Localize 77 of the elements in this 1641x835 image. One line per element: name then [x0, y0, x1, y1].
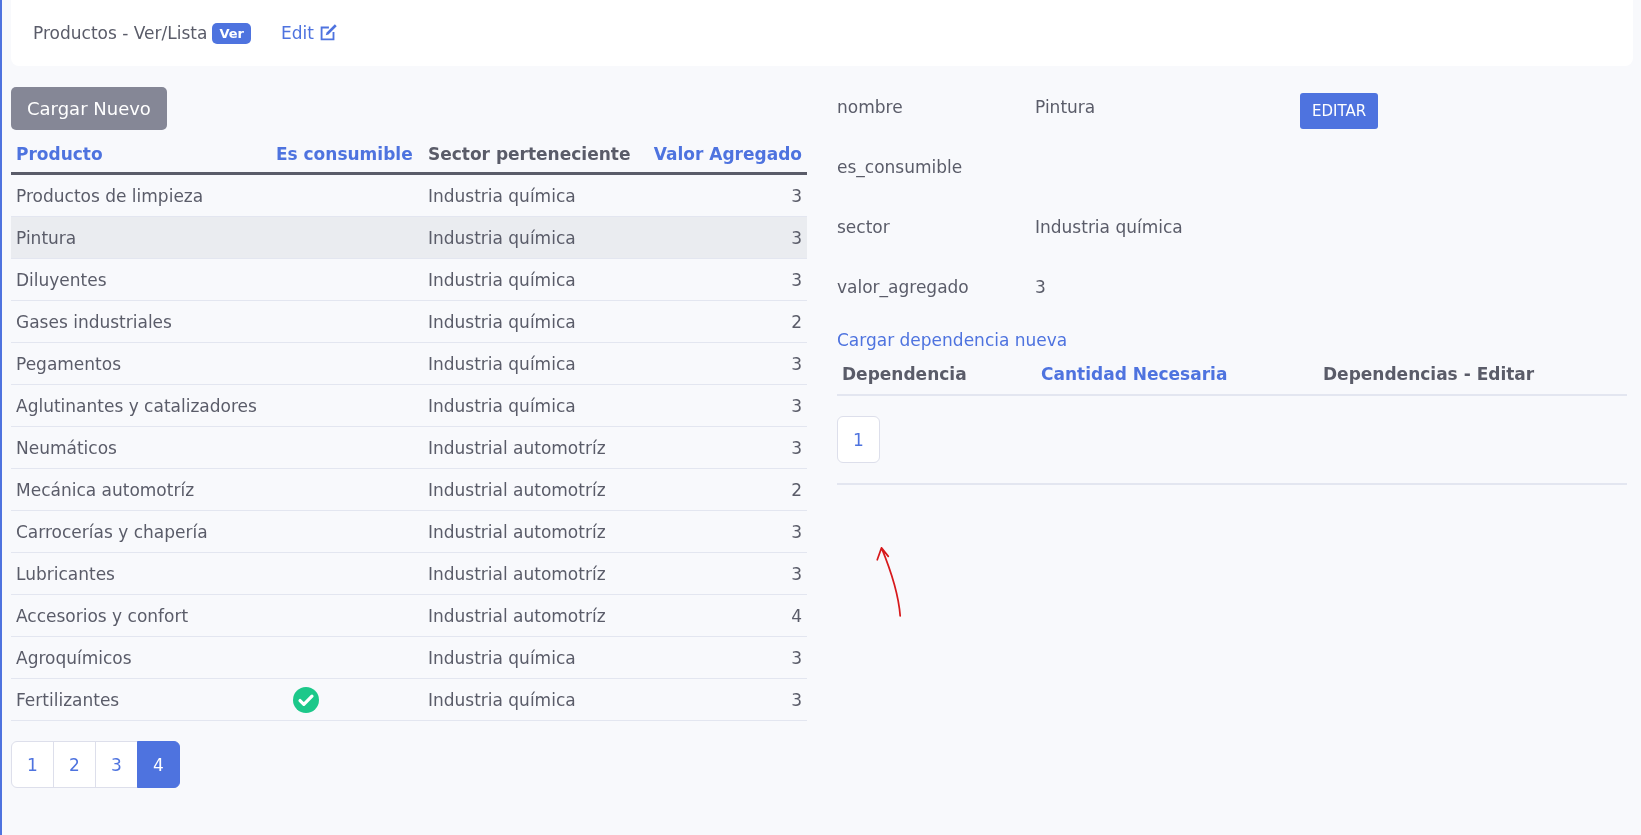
table-cell: 2	[643, 300, 807, 343]
column-header: Dependencia	[842, 364, 968, 384]
table-row[interactable]: Agroquímicos Industria química 3	[11, 636, 807, 679]
table-row[interactable]: Aglutinantes y catalizadores Industria química 3	[11, 384, 807, 427]
sortable-column-header[interactable]: Valor Agregado	[643, 133, 807, 174]
table-row[interactable]: Mecánica automotríz Industrial automotríz 2	[11, 468, 807, 511]
edit-button[interactable]: EDITAR	[1300, 93, 1379, 129]
column-header: Dependencias - Editar	[1323, 364, 1536, 384]
sortable-column-header[interactable]: Producto	[11, 133, 271, 174]
field-value: Industria química	[1035, 217, 1183, 237]
sortable-column-header[interactable]: Es consumible	[270, 133, 423, 174]
table-cell: 3	[643, 426, 807, 469]
table-cell: 3	[643, 173, 807, 217]
table-cell: Industria química	[422, 384, 644, 427]
table-row[interactable]: Accesorios y confort Industrial automotríz 4	[11, 594, 807, 637]
table-cell: Productos de limpieza	[11, 173, 271, 217]
page-title: Productos - Ver/Lista	[33, 23, 208, 43]
edit-link[interactable]: Edit	[280, 22, 339, 44]
field-label: es_consumible	[837, 156, 964, 180]
table-cell: 3	[643, 678, 807, 721]
table-cell: 4	[643, 594, 807, 637]
table-cell: 3	[643, 552, 807, 595]
view-badge: Ver	[212, 22, 251, 44]
table-cell: Pintura	[11, 216, 271, 259]
new-product-button[interactable]: Cargar Nuevo	[11, 87, 167, 130]
page-button[interactable]: 3	[95, 741, 138, 788]
table-cell: Industrial automotríz	[422, 510, 644, 553]
table-cell: 2	[643, 468, 807, 511]
table-cell: Industria química	[422, 216, 644, 259]
table-cell: Neumáticos	[11, 426, 271, 469]
table-cell: Industrial automotríz	[422, 468, 644, 511]
table-cell: Industria química	[422, 678, 644, 721]
table-cell: Gases industriales	[11, 300, 271, 343]
table-cell: Industria química	[422, 342, 644, 385]
table-cell: 3	[643, 636, 807, 679]
table-row[interactable]: Diluyentes Industria química 3	[11, 258, 807, 301]
table-cell: Industria química	[422, 258, 644, 301]
table-row[interactable]: Gases industriales Industria química 2	[11, 300, 807, 343]
sortable-column-header[interactable]: Cantidad Necesaria	[1041, 364, 1323, 384]
table-row[interactable]: Carrocerías y chapería Industrial automotríz 3	[11, 510, 807, 553]
table-cell: 3	[643, 216, 807, 259]
field-value: 3	[1035, 277, 1046, 297]
field-label: nombre	[837, 96, 904, 119]
table-cell: 3	[643, 258, 807, 301]
page-button[interactable]: 1	[11, 741, 54, 788]
field-value: Pintura	[1035, 97, 1096, 117]
table-row[interactable]: Productos de limpieza Industria química 3	[11, 173, 807, 217]
table-cell: Lubricantes	[11, 552, 271, 595]
page-button[interactable]: 1	[837, 416, 880, 463]
table-row[interactable]: Lubricantes Industrial automotríz 3	[11, 552, 807, 595]
table-cell: Industrial automotríz	[422, 594, 644, 637]
table-cell: Industrial automotríz	[422, 426, 644, 469]
table-cell: 3	[643, 342, 807, 385]
table-row[interactable]: Fertilizantes Industria química 3	[11, 678, 807, 721]
table-row[interactable]: Pegamentos Industria química 3	[11, 342, 807, 385]
table-cell: Diluyentes	[11, 258, 271, 301]
table-cell: Industrial automotríz	[422, 552, 644, 595]
table-cell: Aglutinantes y catalizadores	[11, 384, 271, 427]
table-cell: Carrocerías y chapería	[11, 510, 271, 553]
table-cell: Fertilizantes	[11, 678, 271, 721]
table-cell: 3	[643, 384, 807, 427]
table-cell: 3	[643, 510, 807, 553]
selected-table-row[interactable]: Pintura Industria química 3	[11, 216, 807, 259]
table-cell: Pegamentos	[11, 342, 271, 385]
new-dependency-link[interactable]: Cargar dependencia nueva	[837, 330, 1627, 350]
table-cell: Industria química	[422, 300, 644, 343]
page-button[interactable]: 4	[137, 741, 180, 788]
table-cell: Accesorios y confort	[11, 594, 271, 637]
table-cell: Mecánica automotríz	[11, 468, 271, 511]
table-cell: Industria química	[422, 173, 644, 217]
column-header: Sector perteneciente	[422, 133, 644, 174]
field-label: valor_agregado	[837, 276, 970, 300]
field-label: sector	[837, 216, 891, 239]
table-row[interactable]: Neumáticos Industrial automotríz 3	[11, 426, 807, 469]
page-button[interactable]: 2	[53, 741, 96, 788]
table-cell: Industria química	[422, 636, 644, 679]
table-cell: Agroquímicos	[11, 636, 271, 679]
